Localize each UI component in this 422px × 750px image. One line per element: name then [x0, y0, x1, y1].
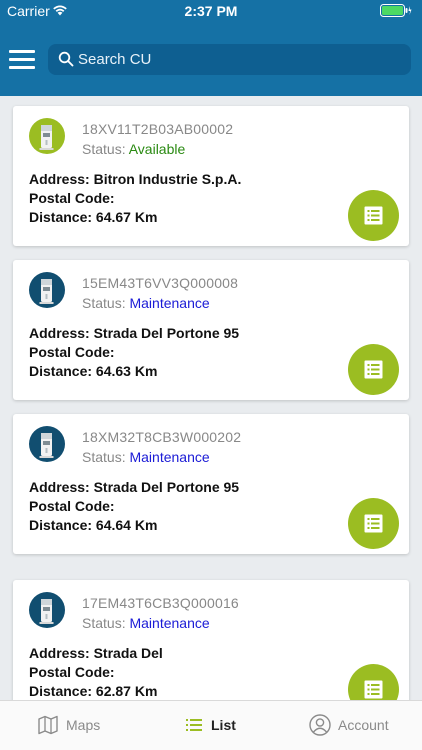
search-bar[interactable]	[48, 44, 411, 75]
address-line: Address: Bitron Industrie S.p.A.	[29, 171, 241, 187]
distance-value: 64.64 Km	[95, 517, 158, 533]
cu-card[interactable]: 18XM32T8CB3W000202 Status: Maintenance A…	[13, 414, 409, 554]
address-label: Address:	[29, 325, 90, 341]
menu-button[interactable]	[9, 50, 35, 70]
status-label: Status:	[82, 615, 126, 631]
status-line: Status: Available	[82, 141, 185, 157]
tab-account[interactable]: Account	[309, 701, 399, 750]
list-icon	[364, 360, 383, 379]
distance-value: 62.87 Km	[95, 683, 158, 699]
postal-code-label: Postal Code:	[29, 664, 115, 680]
cu-id: 17EM43T6CB3Q000016	[82, 595, 239, 611]
charging-station-icon	[29, 426, 65, 462]
status-line: Status: Maintenance	[82, 615, 210, 631]
details-button[interactable]	[348, 190, 399, 241]
charging-station-icon	[29, 592, 65, 628]
list-icon	[364, 514, 383, 533]
postal-code-line: Postal Code:	[29, 664, 115, 680]
account-icon	[309, 714, 331, 736]
distance-value: 64.63 Km	[95, 363, 158, 379]
status-label: Status:	[82, 295, 126, 311]
address-line: Address: Strada Del Portone 95	[29, 479, 239, 495]
status-value: Maintenance	[129, 295, 210, 311]
status-line: Status: Maintenance	[82, 449, 210, 465]
address-line: Address: Strada Del Portone 95	[29, 325, 239, 341]
distance-line: Distance: 64.63 Km	[29, 363, 157, 379]
search-icon	[58, 51, 74, 67]
tab-maps[interactable]: Maps	[38, 701, 108, 750]
battery-icon	[380, 4, 412, 17]
cu-id: 18XV11T2B03AB00002	[82, 121, 234, 137]
details-button[interactable]	[348, 498, 399, 549]
distance-line: Distance: 62.87 Km	[29, 683, 157, 699]
postal-code-line: Postal Code:	[29, 498, 115, 514]
address-value: Bitron Industrie S.p.A.	[93, 171, 242, 187]
tab-account-label: Account	[338, 717, 389, 733]
distance-line: Distance: 64.67 Km	[29, 209, 157, 225]
address-label: Address:	[29, 479, 90, 495]
postal-code-line: Postal Code:	[29, 190, 115, 206]
charging-station-icon	[29, 118, 65, 154]
cu-id: 15EM43T6VV3Q000008	[82, 275, 239, 291]
cu-card[interactable]: 17EM43T6CB3Q000016 Status: Maintenance A…	[13, 580, 409, 720]
distance-label: Distance:	[29, 517, 93, 533]
distance-label: Distance:	[29, 683, 93, 699]
list-icon	[186, 719, 202, 731]
cu-card[interactable]: 15EM43T6VV3Q000008 Status: Maintenance A…	[13, 260, 409, 400]
postal-code-line: Postal Code:	[29, 344, 115, 360]
status-line: Status: Maintenance	[82, 295, 210, 311]
address-value: Strada Del Portone 95	[93, 479, 240, 495]
address-label: Address:	[29, 171, 90, 187]
tab-list-label: List	[211, 717, 236, 733]
status-label: Status:	[82, 449, 126, 465]
status-label: Status:	[82, 141, 126, 157]
app-header: Carrier 2:37 PM	[0, 0, 422, 96]
list-icon	[364, 206, 383, 225]
postal-code-label: Postal Code:	[29, 498, 115, 514]
tab-list[interactable]: List	[186, 701, 246, 750]
charging-station-icon	[29, 272, 65, 308]
postal-code-label: Postal Code:	[29, 190, 115, 206]
details-button[interactable]	[348, 344, 399, 395]
distance-value: 64.67 Km	[95, 209, 158, 225]
search-input[interactable]	[78, 44, 398, 75]
status-value: Maintenance	[129, 615, 210, 631]
postal-code-label: Postal Code:	[29, 344, 115, 360]
cu-id: 18XM32T8CB3W000202	[82, 429, 242, 445]
map-icon	[38, 715, 58, 735]
status-bar: Carrier 2:37 PM	[0, 0, 422, 22]
clock: 2:37 PM	[184, 3, 238, 19]
cu-card[interactable]: 18XV11T2B03AB00002 Status: Available Add…	[13, 106, 409, 246]
distance-label: Distance:	[29, 209, 93, 225]
address-line: Address: Strada Del	[29, 645, 163, 661]
tab-bar: Maps List Account	[0, 700, 422, 750]
list-icon	[364, 680, 383, 699]
address-label: Address:	[29, 645, 90, 661]
distance-line: Distance: 64.64 Km	[29, 517, 157, 533]
status-value: Available	[128, 141, 186, 157]
distance-label: Distance:	[29, 363, 93, 379]
address-value: Strada Del Portone 95	[93, 325, 240, 341]
tab-maps-label: Maps	[66, 717, 101, 733]
status-value: Maintenance	[129, 449, 210, 465]
address-value: Strada Del	[93, 645, 163, 661]
